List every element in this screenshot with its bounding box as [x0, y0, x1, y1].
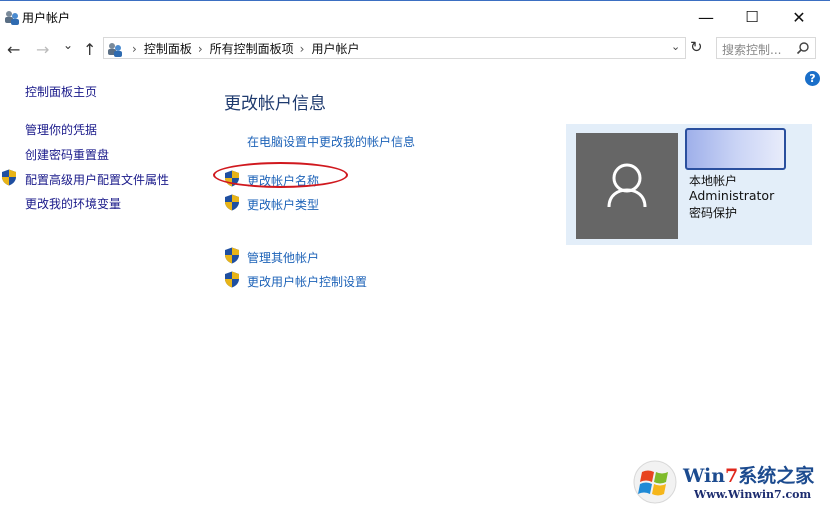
- minimize-button[interactable]: —: [683, 0, 729, 34]
- breadcrumb-separator[interactable]: ›: [300, 42, 305, 56]
- uac-shield-icon: [2, 169, 16, 186]
- breadcrumb-control-panel[interactable]: 控制面板: [144, 42, 192, 56]
- uac-shield-icon: [225, 271, 239, 288]
- users-app-icon: [5, 11, 19, 25]
- refresh-button[interactable]: ↻: [690, 38, 703, 56]
- breadcrumb: › 控制面板 › 所有控制面板项 › 用户帐户: [126, 40, 359, 57]
- link-manage-other-accounts[interactable]: 管理其他帐户: [247, 249, 319, 266]
- up-button[interactable]: ↑: [83, 40, 96, 59]
- maximize-button[interactable]: ☐: [729, 0, 775, 34]
- account-type: 本地帐户: [689, 174, 738, 188]
- window-title: 用户帐户: [22, 11, 71, 25]
- close-button[interactable]: ✕: [776, 0, 822, 34]
- sidebar-item-environment-variables[interactable]: 更改我的环境变量: [25, 195, 121, 212]
- search-icon[interactable]: [796, 41, 810, 55]
- control-panel-icon: [108, 43, 122, 57]
- sidebar-item-password-reset-disk[interactable]: 创建密码重置盘: [25, 146, 109, 163]
- avatar: [576, 133, 678, 239]
- breadcrumb-separator[interactable]: ›: [198, 42, 203, 56]
- windows-logo-icon: [633, 460, 677, 504]
- search-placeholder: 搜索控制...: [722, 43, 782, 57]
- annotation-circle: [213, 162, 348, 188]
- link-change-account-type[interactable]: 更改帐户类型: [247, 196, 319, 213]
- breadcrumb-user-accounts[interactable]: 用户帐户: [311, 42, 359, 56]
- recent-locations-button[interactable]: ⌄: [63, 38, 73, 52]
- breadcrumb-all-items[interactable]: 所有控制面板项: [210, 42, 294, 56]
- sidebar-item-control-panel-home[interactable]: 控制面板主页: [25, 83, 97, 100]
- watermark-title-a: Win: [683, 465, 726, 487]
- back-button[interactable]: ←: [7, 40, 20, 59]
- uac-shield-icon: [225, 194, 239, 211]
- user-icon: [607, 163, 647, 208]
- watermark-title: Win7系统之家: [683, 461, 814, 488]
- account-role: Administrator: [689, 188, 775, 203]
- sidebar-item-advanced-profile[interactable]: 配置高级用户配置文件属性: [25, 171, 169, 188]
- uac-shield-icon: [225, 247, 239, 264]
- watermark-title-c: 系统之家: [738, 465, 815, 487]
- watermark-title-b: 7: [725, 465, 739, 487]
- watermark-url: Www.Winwin7.com: [694, 488, 812, 501]
- page-title: 更改帐户信息: [224, 94, 326, 114]
- link-uac-settings[interactable]: 更改用户帐户控制设置: [247, 273, 367, 290]
- forward-button[interactable]: →: [36, 40, 49, 59]
- breadcrumb-separator[interactable]: ›: [132, 42, 137, 56]
- link-pc-settings-account[interactable]: 在电脑设置中更改我的帐户信息: [247, 133, 415, 150]
- address-dropdown-button[interactable]: ⌄: [671, 40, 680, 53]
- help-button[interactable]: ?: [805, 71, 820, 86]
- sidebar-item-manage-credentials[interactable]: 管理你的凭据: [25, 121, 97, 138]
- account-name-redacted: [685, 128, 786, 170]
- account-password-status: 密码保护: [689, 206, 738, 220]
